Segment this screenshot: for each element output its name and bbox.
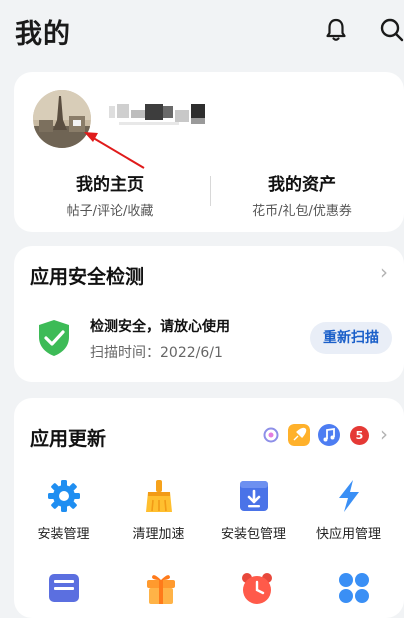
bell-icon[interactable] <box>322 16 350 44</box>
package-manager-tool[interactable]: 安装包管理 <box>206 478 301 542</box>
scan-time: 扫描时间：2022/6/1 <box>90 345 223 361</box>
install-manager-tool[interactable]: 安装管理 <box>16 478 111 542</box>
quick-app-manager-label: 快应用管理 <box>315 527 381 542</box>
top-bar: 我的 <box>0 0 404 64</box>
my-homepage-title: 我的主页 <box>76 175 144 195</box>
security-check-card[interactable]: 应用安全检测 › 检测安全，请放心使用 扫描时间：2022/6/1 重新扫描 <box>14 246 404 382</box>
divider <box>210 176 211 206</box>
chevron-right-icon[interactable]: › <box>380 422 388 446</box>
camera-lens-app-icon <box>261 425 281 445</box>
package-download-icon <box>239 481 268 511</box>
security-title: 应用安全检测 <box>30 266 145 288</box>
chevron-right-icon[interactable]: › <box>380 260 388 284</box>
my-homepage-subtitle: 帖子/评论/收藏 <box>66 204 154 219</box>
my-assets-title: 我的资产 <box>268 175 336 195</box>
page-title: 我的 <box>15 19 71 50</box>
quick-app-manager-tool[interactable]: 快应用管理 <box>301 478 396 542</box>
music-app-icon <box>318 424 340 446</box>
inbox-tool-icon[interactable] <box>46 570 82 606</box>
my-assets-link[interactable]: 我的资产 花币/礼包/优惠券 <box>222 170 382 219</box>
cleanup-label: 清理加速 <box>132 527 185 542</box>
gift-icon[interactable] <box>143 570 179 606</box>
my-homepage-link[interactable]: 我的主页 帖子/评论/收藏 <box>30 170 190 219</box>
updates-title: 应用更新 <box>30 428 107 450</box>
rocket-app-icon <box>288 424 310 446</box>
my-assets-subtitle: 花币/礼包/优惠券 <box>252 204 352 219</box>
security-status: 检测安全，请放心使用 <box>90 319 230 335</box>
package-manager-label: 安装包管理 <box>220 527 286 542</box>
rescan-button[interactable]: 重新扫描 <box>310 322 392 354</box>
update-count-badge: 5 <box>350 426 369 445</box>
gear-icon <box>47 480 80 512</box>
broom-icon <box>145 480 172 512</box>
alarm-clock-icon[interactable] <box>239 570 275 606</box>
app-updates-card[interactable]: 应用更新 5 › 安装管理 清理加速 安装包管理 快应用管理 <box>14 398 404 618</box>
lightning-icon <box>338 480 359 512</box>
search-icon[interactable] <box>378 16 404 44</box>
shield-check-icon <box>39 320 69 356</box>
install-manager-label: 安装管理 <box>37 527 90 542</box>
profile-card: 我的主页 帖子/评论/收藏 我的资产 花币/礼包/优惠券 <box>14 72 404 232</box>
apps-grid-icon[interactable] <box>336 570 372 606</box>
cleanup-tool[interactable]: 清理加速 <box>111 478 206 542</box>
